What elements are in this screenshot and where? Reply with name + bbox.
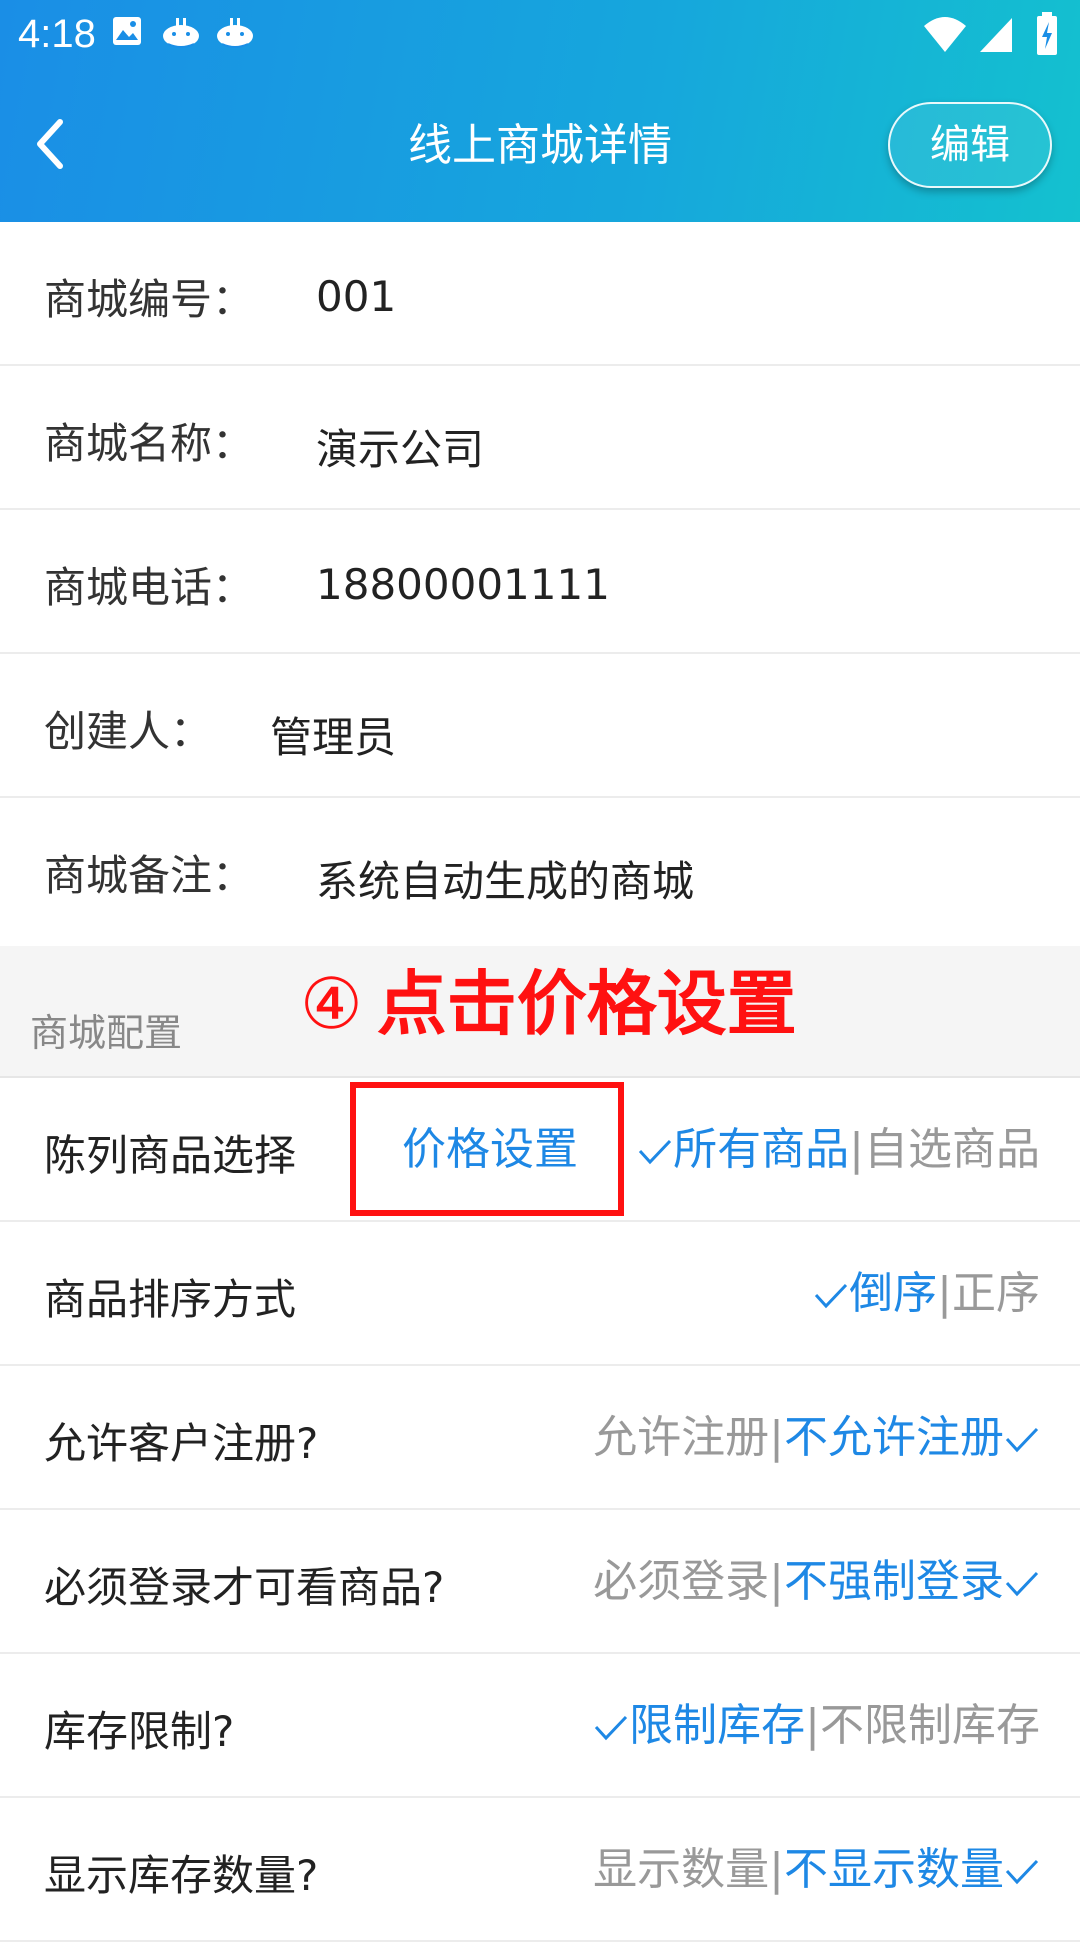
store-name-label: 商城名称： bbox=[44, 419, 255, 468]
allow-register-label: 允许客户注册? bbox=[44, 1419, 319, 1468]
login-required-row: 必须登录才可看商品? 必须登录|不强制登录 bbox=[0, 1510, 1080, 1654]
store-number-value: 001 bbox=[316, 272, 397, 321]
option-all-goods[interactable]: 所有商品 bbox=[673, 1124, 849, 1175]
sort-order-label: 商品排序方式 bbox=[44, 1275, 297, 1324]
show-stock-options: 显示数量|不显示数量 bbox=[593, 1842, 1040, 1898]
tutorial-annotation: ④ 点击价格设置 bbox=[300, 954, 797, 1054]
display-goods-label: 陈列商品选择 bbox=[44, 1131, 297, 1180]
option-divider: | bbox=[769, 1556, 784, 1607]
display-goods-options: 所有商品|自选商品 bbox=[637, 1122, 1040, 1178]
whale-icon bbox=[160, 16, 202, 56]
price-setting-link[interactable]: 价格设置 bbox=[350, 1078, 630, 1222]
option-divider: | bbox=[769, 1844, 784, 1895]
creator-value: 管理员 bbox=[270, 713, 397, 762]
check-icon bbox=[813, 1281, 849, 1311]
whale-icon bbox=[214, 16, 256, 56]
store-remark-row: 商城备注： 系统自动生成的商城 bbox=[0, 798, 1080, 942]
battery-charging-icon bbox=[1036, 12, 1058, 60]
option-limit-stock[interactable]: 限制库存 bbox=[629, 1700, 805, 1751]
show-stock-label: 显示库存数量? bbox=[44, 1851, 319, 1900]
allow-register-options: 允许注册|不允许注册 bbox=[593, 1410, 1040, 1466]
option-divider: | bbox=[937, 1268, 952, 1319]
stock-limit-row: 库存限制? 限制库存|不限制库存 bbox=[0, 1654, 1080, 1798]
creator-label: 创建人： bbox=[44, 707, 213, 756]
store-phone-value: 18800001111 bbox=[316, 560, 610, 609]
check-icon bbox=[1004, 1425, 1040, 1455]
option-divider: | bbox=[769, 1412, 784, 1463]
check-icon bbox=[637, 1137, 673, 1167]
store-phone-row: 商城电话： 18800001111 bbox=[0, 510, 1080, 654]
store-name-row: 商城名称： 演示公司 bbox=[0, 366, 1080, 510]
store-name-value: 演示公司 bbox=[316, 425, 485, 474]
option-hide-quantity[interactable]: 不显示数量 bbox=[784, 1844, 1004, 1895]
option-divider: | bbox=[849, 1124, 864, 1175]
status-bar: 4:18 bbox=[0, 0, 1080, 76]
store-remark-label: 商城备注： bbox=[44, 851, 255, 900]
store-remark-value: 系统自动生成的商城 bbox=[316, 857, 695, 906]
option-selected-goods[interactable]: 自选商品 bbox=[864, 1124, 1040, 1175]
option-login-optional[interactable]: 不强制登录 bbox=[784, 1556, 1004, 1607]
login-required-label: 必须登录才可看商品? bbox=[44, 1563, 445, 1612]
show-stock-row: 显示库存数量? 显示数量|不显示数量 bbox=[0, 1798, 1080, 1942]
check-icon bbox=[593, 1713, 629, 1743]
app-bar: 4:18 线上商城详情 编辑 bbox=[0, 0, 1080, 222]
store-number-label: 商城编号： bbox=[44, 275, 255, 324]
allow-register-row: 允许客户注册? 允许注册|不允许注册 bbox=[0, 1366, 1080, 1510]
login-required-options: 必须登录|不强制登录 bbox=[593, 1554, 1040, 1610]
store-number-row: 商城编号： 001 bbox=[0, 222, 1080, 366]
option-no-limit-stock[interactable]: 不限制库存 bbox=[820, 1700, 1040, 1751]
store-info-list: 商城编号： 001 商城名称： 演示公司 商城电话： 18800001111 创… bbox=[0, 222, 1080, 942]
option-login-required[interactable]: 必须登录 bbox=[593, 1556, 769, 1607]
option-divider: | bbox=[805, 1700, 820, 1751]
store-config-section-header: 商城配置 ④ 点击价格设置 bbox=[0, 946, 1080, 1078]
status-time: 4:18 bbox=[18, 12, 96, 56]
signal-icon bbox=[978, 14, 1014, 58]
section-title: 商城配置 bbox=[30, 1011, 183, 1055]
check-icon bbox=[1004, 1857, 1040, 1887]
option-ascending[interactable]: 正序 bbox=[952, 1268, 1040, 1319]
store-phone-label: 商城电话： bbox=[44, 563, 255, 612]
annotation-step-number: ④ bbox=[300, 963, 363, 1045]
image-icon bbox=[112, 16, 142, 50]
stock-limit-label: 库存限制? bbox=[44, 1707, 235, 1756]
option-disallow-register[interactable]: 不允许注册 bbox=[784, 1412, 1004, 1463]
sort-order-options: 倒序|正序 bbox=[813, 1266, 1040, 1322]
stock-limit-options: 限制库存|不限制库存 bbox=[593, 1698, 1040, 1754]
option-descending[interactable]: 倒序 bbox=[849, 1268, 937, 1319]
option-allow-register[interactable]: 允许注册 bbox=[593, 1412, 769, 1463]
check-icon bbox=[1004, 1569, 1040, 1599]
sort-order-row: 商品排序方式 倒序|正序 bbox=[0, 1222, 1080, 1366]
option-show-quantity[interactable]: 显示数量 bbox=[593, 1844, 769, 1895]
wifi-icon bbox=[922, 14, 968, 58]
annotation-text: 点击价格设置 bbox=[376, 963, 797, 1045]
edit-button[interactable]: 编辑 bbox=[888, 102, 1052, 188]
creator-row: 创建人： 管理员 bbox=[0, 654, 1080, 798]
